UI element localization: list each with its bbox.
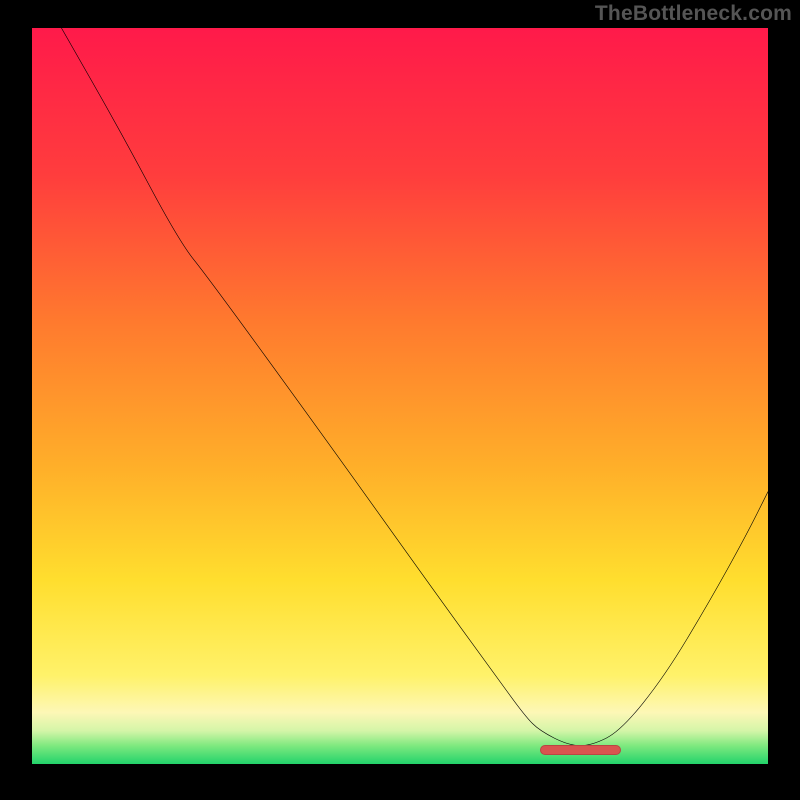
watermark: TheBottleneck.com bbox=[595, 2, 792, 26]
plot-area bbox=[32, 28, 768, 768]
chart-frame: TheBottleneck.com bbox=[0, 0, 800, 800]
optimal-segment-marker bbox=[540, 745, 621, 755]
bottleneck-curve bbox=[32, 28, 768, 764]
